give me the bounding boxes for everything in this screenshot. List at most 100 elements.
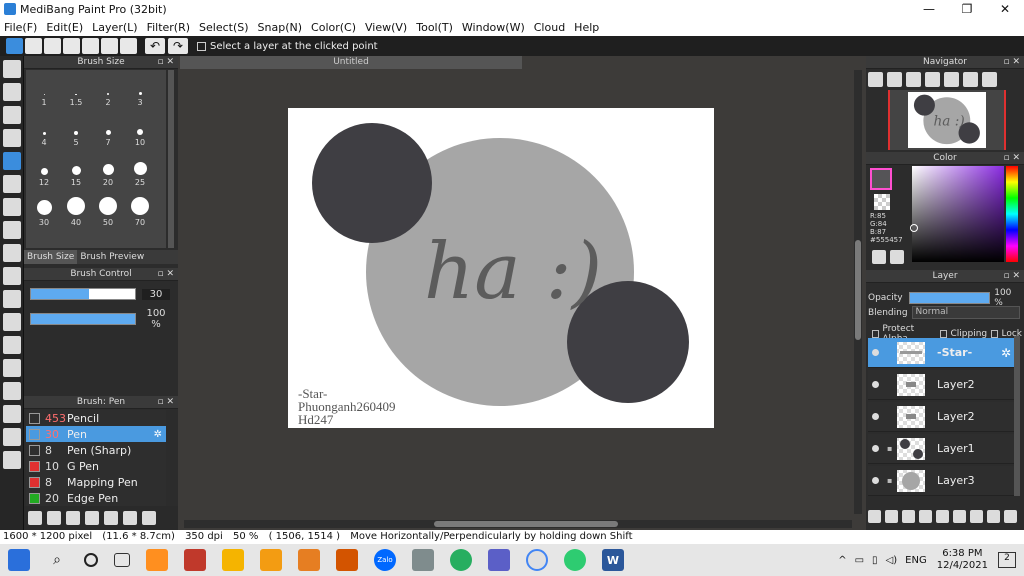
- brush-size-slider[interactable]: [30, 288, 136, 300]
- brush-size-scrollbar[interactable]: [168, 70, 174, 248]
- app-icon-5[interactable]: [336, 549, 358, 571]
- notification-count[interactable]: 2: [998, 552, 1016, 568]
- app-icon-2[interactable]: [184, 549, 206, 571]
- reset-view-icon[interactable]: [963, 71, 978, 87]
- app-icon-7[interactable]: [450, 549, 472, 571]
- brush-item[interactable]: 453 Pencil: [26, 410, 166, 426]
- menu-view[interactable]: View(V): [365, 21, 407, 34]
- add-brush-icon[interactable]: [66, 511, 80, 525]
- clock[interactable]: 6:38 PM 12/4/2021: [937, 548, 988, 572]
- bucket-tool-icon[interactable]: [3, 198, 21, 216]
- chat-icon[interactable]: [63, 38, 80, 54]
- undo-icon[interactable]: ↶: [145, 38, 165, 54]
- brush-size-option[interactable]: 3: [124, 70, 156, 110]
- brush-size-option[interactable]: 7: [92, 110, 124, 150]
- menu-window[interactable]: Window(W): [462, 21, 525, 34]
- rotate-right-icon[interactable]: [982, 71, 997, 87]
- select-eraser-tool-icon[interactable]: [3, 336, 21, 354]
- layer-item[interactable]: Layer2: [868, 370, 1014, 400]
- navigator-preview[interactable]: ha :): [888, 90, 1006, 150]
- minimize-button[interactable]: —: [910, 2, 948, 16]
- operation-tool-icon[interactable]: [3, 382, 21, 400]
- lock-checkbox[interactable]: [991, 330, 999, 338]
- grid-icon[interactable]: [120, 38, 137, 54]
- brush-size-option[interactable]: 20: [92, 150, 124, 190]
- new-1bit-layer-icon[interactable]: [919, 509, 932, 523]
- layer-visibility-icon[interactable]: [872, 445, 879, 452]
- fit-icon[interactable]: [906, 71, 921, 87]
- brush-item[interactable]: 10 G Pen: [26, 458, 166, 474]
- document-tab[interactable]: Untitled: [180, 56, 522, 69]
- layer-item[interactable]: ▪ Layer3: [868, 466, 1014, 496]
- maximize-button[interactable]: ❐: [948, 2, 986, 16]
- rotate-left-icon[interactable]: [944, 71, 959, 87]
- eyedropper-tool-icon[interactable]: [3, 428, 21, 446]
- app-icon-3[interactable]: [260, 549, 282, 571]
- page-icon[interactable]: [82, 38, 99, 54]
- merge-layer-icon[interactable]: [987, 509, 1000, 523]
- move-tool-icon[interactable]: [3, 152, 21, 170]
- canvas-area[interactable]: Untitled ha :) -Star- Phuonganh260409 Hd…: [180, 56, 864, 530]
- brush-size-option[interactable]: 70: [124, 190, 156, 230]
- hue-slider[interactable]: [1006, 166, 1018, 262]
- brush-size-option[interactable]: 2: [92, 70, 124, 110]
- color-picker-cursor[interactable]: [910, 224, 918, 232]
- layer-item[interactable]: Layer2: [868, 402, 1014, 432]
- layer-opacity-slider[interactable]: [908, 292, 991, 304]
- tray-battery-icon[interactable]: ▯: [872, 555, 878, 566]
- brush-size-option[interactable]: 12: [28, 150, 60, 190]
- windows-start-icon[interactable]: [8, 549, 30, 571]
- layer-item[interactable]: -Star- ✲: [868, 338, 1014, 368]
- search-icon[interactable]: ⌕: [46, 549, 68, 571]
- tray-language[interactable]: ENG: [905, 555, 927, 566]
- app-icon-1[interactable]: [146, 549, 168, 571]
- comment-icon[interactable]: [44, 38, 61, 54]
- gradient-tool-icon[interactable]: [3, 221, 21, 239]
- new-raster-layer-icon[interactable]: [885, 509, 898, 523]
- word-icon[interactable]: W: [602, 549, 624, 571]
- tray-network-icon[interactable]: ▭: [855, 555, 864, 566]
- artboard[interactable]: ha :) -Star- Phuonganh260409 Hd247: [288, 108, 714, 428]
- menu-edit[interactable]: Edit(E): [46, 21, 83, 34]
- fill-rect-tool-icon[interactable]: [3, 175, 21, 193]
- brush-size-option[interactable]: 15: [60, 150, 92, 190]
- protect-alpha-checkbox[interactable]: [872, 330, 880, 338]
- new-layer-icon[interactable]: [868, 509, 881, 523]
- tray-chevron-icon[interactable]: ^: [838, 555, 846, 566]
- folder-icon[interactable]: [104, 511, 118, 525]
- menu-file[interactable]: File(F): [4, 21, 37, 34]
- tray-volume-icon[interactable]: ◁): [886, 555, 898, 566]
- cloud-brush-icon[interactable]: [28, 511, 42, 525]
- close-button[interactable]: ✕: [986, 2, 1024, 16]
- file-explorer-icon[interactable]: [222, 549, 244, 571]
- cortana-icon[interactable]: [84, 553, 98, 567]
- zoom-in-icon[interactable]: [887, 71, 902, 87]
- brush-size-value[interactable]: 30: [142, 288, 170, 300]
- browser-icon[interactable]: [526, 549, 548, 571]
- clipping-checkbox[interactable]: [940, 330, 948, 338]
- brush-item[interactable]: 8 Mapping Pen: [26, 474, 166, 490]
- brush-tool-icon[interactable]: [3, 60, 21, 78]
- brush-size-option[interactable]: 1: [28, 70, 60, 110]
- brush-size-option[interactable]: 40: [60, 190, 92, 230]
- redo-icon[interactable]: ↷: [168, 38, 188, 54]
- brush-size-option[interactable]: 1.5: [60, 70, 92, 110]
- lasso-tool-icon[interactable]: [3, 267, 21, 285]
- menu-color[interactable]: Color(C): [311, 21, 356, 34]
- menu-help[interactable]: Help: [574, 21, 599, 34]
- select-pen-tool-icon[interactable]: [3, 313, 21, 331]
- app-icon-8[interactable]: [564, 549, 586, 571]
- brush-item[interactable]: 8 Pen (Sharp): [26, 442, 166, 458]
- brush-size-option[interactable]: 5: [60, 110, 92, 150]
- new-8bit-layer-icon[interactable]: [902, 509, 915, 523]
- tab-brush-preview[interactable]: Brush Preview: [77, 250, 147, 264]
- layer-settings-gear-icon[interactable]: ✲: [1001, 346, 1011, 360]
- select-layer-checkbox[interactable]: [197, 41, 206, 51]
- layer-folder-icon[interactable]: [953, 509, 966, 523]
- app-icon-6[interactable]: [412, 549, 434, 571]
- divide-tool-icon[interactable]: [3, 405, 21, 423]
- saturation-value-picker[interactable]: [912, 166, 1004, 262]
- duplicate-layer-icon[interactable]: [970, 509, 983, 523]
- menu-cloud[interactable]: Cloud: [534, 21, 565, 34]
- layer-item[interactable]: ▪ Layer1: [868, 434, 1014, 464]
